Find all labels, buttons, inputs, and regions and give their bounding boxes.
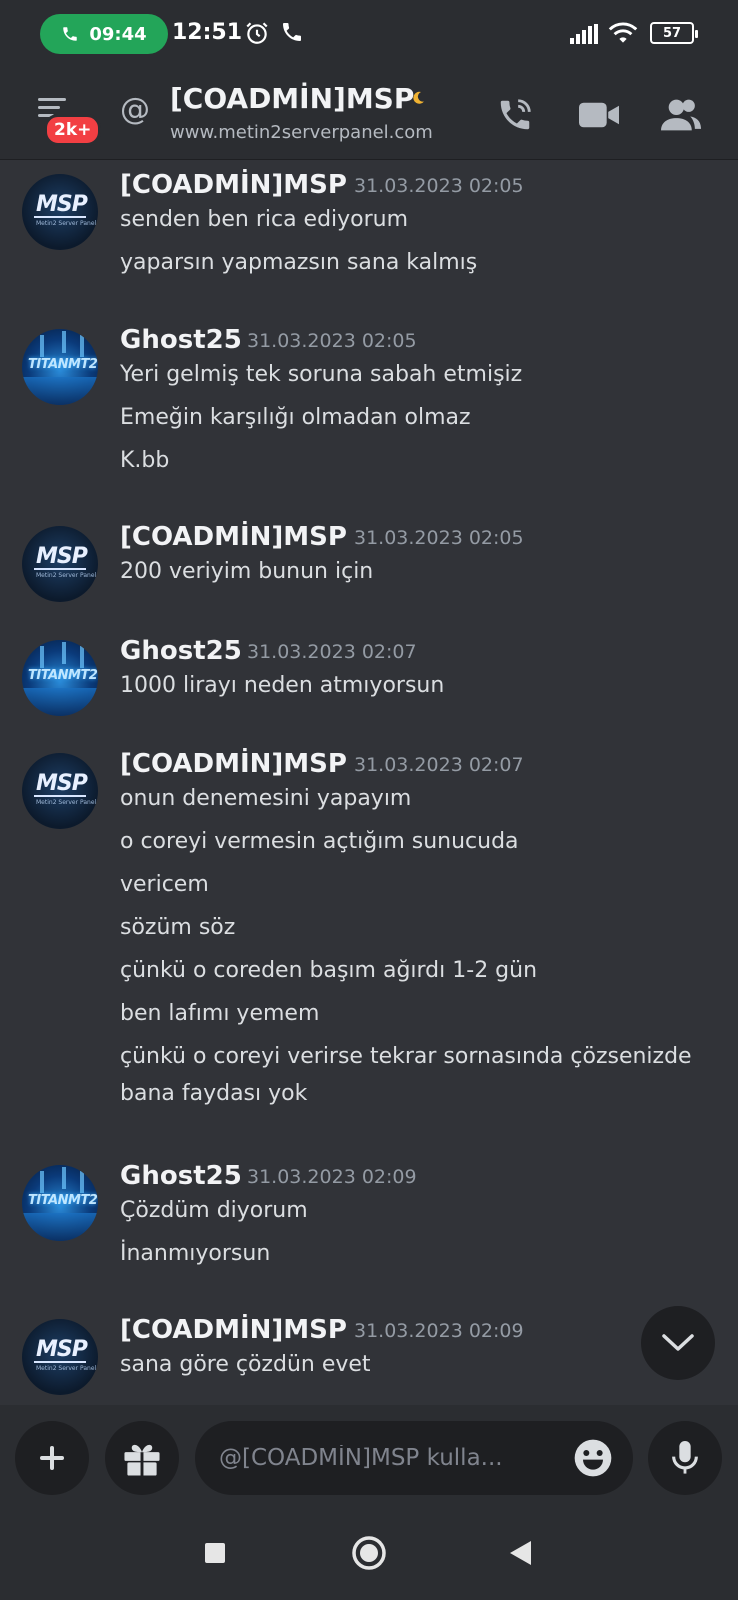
message-text: sözüm söz bbox=[120, 915, 236, 940]
plus-icon bbox=[40, 1446, 64, 1470]
timestamp: 31.03.2023 02:07 bbox=[247, 641, 417, 663]
video-call-button[interactable] bbox=[574, 90, 624, 140]
message-composer bbox=[0, 1405, 738, 1505]
message-text: Emeğin karşılığı olmadan olmaz bbox=[120, 405, 471, 430]
phone-icon bbox=[283, 23, 301, 41]
timestamp: 31.03.2023 02:09 bbox=[247, 1166, 417, 1188]
avatar[interactable]: TITANMT2 bbox=[22, 329, 98, 405]
moon-icon bbox=[413, 91, 424, 104]
phone-icon bbox=[63, 27, 78, 41]
timestamp: 31.03.2023 02:07 bbox=[354, 754, 524, 776]
avatar[interactable]: MSP Metin2 Server Panel bbox=[22, 753, 98, 829]
message-input[interactable] bbox=[219, 1439, 559, 1477]
avatar-tagline: Metin2 Server Panel bbox=[36, 220, 97, 227]
emoji-button[interactable] bbox=[571, 1436, 615, 1480]
message-text: çünkü o coreyi verirse tekrar sornasında… bbox=[120, 1044, 692, 1069]
chat-header: 2k+ @ [COADMİN]MSP www.metin2serverpanel… bbox=[0, 70, 738, 160]
avatar[interactable]: MSP Metin2 Server Panel bbox=[22, 526, 98, 602]
message-text: o coreyi vermesin açtığım sunucuda bbox=[120, 829, 519, 854]
voice-call-icon bbox=[500, 99, 531, 130]
username[interactable]: [COADMİN]MSP bbox=[120, 522, 347, 552]
message-text: senden ben rica ediyorum bbox=[120, 207, 409, 232]
unread-badge: 2k+ bbox=[44, 114, 102, 146]
message-list[interactable]: MSP Metin2 Server Panel [COADMİN]MSP 31.… bbox=[0, 160, 738, 1405]
avatar-logo-text: MSP bbox=[36, 1337, 88, 1362]
avatar-logo-text: TITANMT2 bbox=[28, 357, 98, 372]
back-button[interactable] bbox=[498, 1531, 542, 1575]
username[interactable]: Ghost25 bbox=[120, 1161, 242, 1191]
circle-icon bbox=[352, 1536, 386, 1570]
message-text: bana faydası yok bbox=[120, 1081, 308, 1106]
message-text: Çözdüm diyorum bbox=[120, 1198, 308, 1223]
username[interactable]: Ghost25 bbox=[120, 636, 242, 666]
alarm-icon bbox=[246, 22, 268, 44]
recents-button[interactable] bbox=[193, 1531, 237, 1575]
username[interactable]: Ghost25 bbox=[120, 325, 242, 355]
members-icon bbox=[661, 99, 701, 131]
avatar-logo-text: TITANMT2 bbox=[28, 1193, 98, 1208]
avatar[interactable]: TITANMT2 bbox=[22, 1165, 98, 1241]
avatar-logo-text: MSP bbox=[36, 771, 88, 796]
username[interactable]: [COADMİN]MSP bbox=[120, 1315, 347, 1345]
square-icon bbox=[205, 1543, 225, 1563]
timestamp: 31.03.2023 02:05 bbox=[354, 527, 524, 549]
signal-icon bbox=[570, 24, 598, 44]
timestamp: 31.03.2023 02:09 bbox=[354, 1320, 524, 1342]
ongoing-call-pill[interactable]: 09:44 bbox=[40, 14, 168, 54]
dm-subtitle: www.metin2serverpanel.com bbox=[170, 122, 433, 143]
username[interactable]: [COADMİN]MSP bbox=[120, 749, 347, 779]
message-text: onun denemesini yapayım bbox=[120, 786, 412, 811]
avatar-tagline: Metin2 Server Panel bbox=[36, 799, 97, 806]
voice-message-button[interactable] bbox=[648, 1421, 722, 1495]
message-text: 1000 lirayı neden atmıyorsun bbox=[120, 673, 445, 698]
message-text: çünkü o coreden başım ağırdı 1-2 gün bbox=[120, 958, 538, 983]
gift-icon bbox=[124, 1444, 160, 1476]
message-text: sana göre çözdün evet bbox=[120, 1352, 371, 1377]
call-duration: 09:44 bbox=[89, 23, 147, 45]
chevron-down-icon bbox=[662, 1334, 694, 1351]
avatar-logo-text: MSP bbox=[36, 192, 88, 217]
triangle-back-icon bbox=[510, 1541, 531, 1565]
members-button[interactable] bbox=[656, 90, 706, 140]
timestamp: 31.03.2023 02:05 bbox=[247, 330, 417, 352]
attach-button[interactable] bbox=[15, 1421, 89, 1495]
emoji-icon bbox=[574, 1439, 612, 1477]
jump-to-present-button[interactable] bbox=[641, 1306, 715, 1380]
voice-call-button[interactable] bbox=[490, 90, 540, 140]
system-nav-bar bbox=[0, 1505, 738, 1600]
message-input-container[interactable] bbox=[195, 1421, 633, 1495]
battery-icon: 57 bbox=[650, 22, 698, 44]
status-bar: 09:44 12:51 57 bbox=[0, 0, 738, 70]
wifi-icon bbox=[608, 22, 638, 43]
dm-title[interactable]: [COADMİN]MSP bbox=[170, 82, 414, 115]
gift-button[interactable] bbox=[105, 1421, 179, 1495]
avatar[interactable]: MSP Metin2 Server Panel bbox=[22, 174, 98, 250]
message-text: İnanmıyorsun bbox=[120, 1241, 271, 1266]
timestamp: 31.03.2023 02:05 bbox=[354, 175, 524, 197]
message-text: ben lafımı yemem bbox=[120, 1001, 320, 1026]
message-text: Yeri gelmiş tek soruna sabah etmişiz bbox=[120, 362, 523, 387]
home-button[interactable] bbox=[347, 1531, 391, 1575]
message-text: yaparsın yapmazsın sana kalmış bbox=[120, 250, 478, 275]
menu-button[interactable]: 2k+ bbox=[30, 92, 102, 146]
message-text: vericem bbox=[120, 872, 209, 897]
clock: 12:51 bbox=[172, 20, 243, 45]
message-text: 200 veriyim bunun için bbox=[120, 559, 374, 584]
at-icon: @ bbox=[120, 92, 150, 127]
avatar-tagline: Metin2 Server Panel bbox=[36, 572, 97, 579]
microphone-icon bbox=[672, 1441, 698, 1474]
message-text: K.bb bbox=[120, 448, 170, 473]
avatar-tagline: Metin2 Server Panel bbox=[36, 1365, 97, 1372]
avatar[interactable]: TITANMT2 bbox=[22, 640, 98, 716]
video-icon bbox=[579, 102, 619, 128]
username[interactable]: [COADMİN]MSP bbox=[120, 170, 347, 200]
avatar-logo-text: TITANMT2 bbox=[28, 668, 98, 683]
avatar[interactable]: MSP Metin2 Server Panel bbox=[22, 1319, 98, 1395]
avatar-logo-text: MSP bbox=[36, 544, 88, 569]
